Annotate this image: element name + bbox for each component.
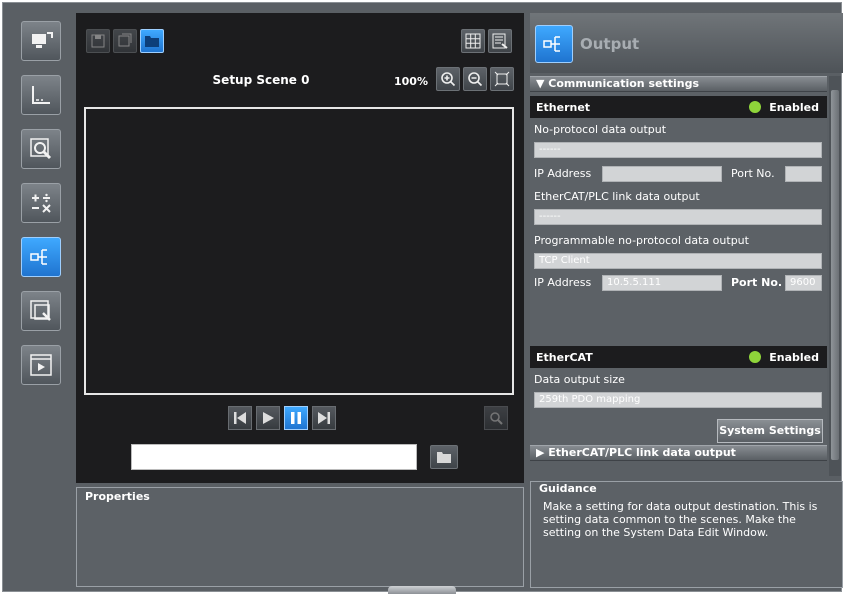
ethernet-status-indicator <box>749 101 761 113</box>
ethernet-bar: Ethernet Enabled <box>530 96 827 118</box>
ethernet-label: Ethernet <box>536 101 591 114</box>
play-icon <box>263 412 274 424</box>
measure-window-button[interactable] <box>488 29 512 53</box>
pause-button[interactable] <box>284 406 308 430</box>
measure-window-icon <box>492 33 508 49</box>
image-file-path-input[interactable] <box>131 444 417 470</box>
prog-port-no-label: Port No. <box>731 276 783 289</box>
ethernet-status: Enabled <box>769 101 819 114</box>
communication-settings-panel: ▼ Communication settings Ethernet Enable… <box>530 76 827 461</box>
play-button[interactable] <box>256 406 280 430</box>
output-button[interactable] <box>21 237 61 277</box>
data-output-size-field[interactable]: 259th PDO mapping <box>534 392 822 408</box>
prog-ip-address-label: IP Address <box>534 276 592 289</box>
fit-window-icon <box>494 71 510 87</box>
ethercat-plc-output-field[interactable]: ------ <box>534 209 822 225</box>
run-window-button[interactable] <box>21 345 61 385</box>
scene-title: Setup Scene 0 <box>212 73 310 87</box>
ip-address-label: IP Address <box>534 167 592 180</box>
port-no-field[interactable] <box>785 166 822 182</box>
image-list-button[interactable] <box>113 29 137 53</box>
run-window-icon <box>30 354 52 376</box>
grid-toggle-button[interactable] <box>461 29 485 53</box>
first-frame-button[interactable] <box>228 406 252 430</box>
graph-button[interactable] <box>21 75 61 115</box>
prog-ip-address-field[interactable]: 10.5.5.111 <box>602 275 722 291</box>
image-viewer-panel: Setup Scene 0 100% <box>76 13 524 483</box>
camera-display-icon <box>32 32 53 48</box>
zoom-out-button[interactable] <box>463 67 487 91</box>
properties-title: Properties <box>85 490 150 503</box>
ethercat-bar: EtherCAT Enabled <box>530 346 827 368</box>
image-display-area[interactable] <box>84 107 514 395</box>
ethercat-status: Enabled <box>769 351 819 364</box>
app-frame: Setup Scene 0 100% Properties Output ▼ C… <box>2 2 843 592</box>
output-header: Output <box>530 13 843 73</box>
output-icon-badge <box>535 25 573 63</box>
browse-folder-button[interactable] <box>430 445 458 469</box>
output-flow-icon <box>543 36 560 52</box>
ethercat-plc-output-label: EtherCAT/PLC link data output <box>534 190 700 203</box>
zoom-out-icon <box>468 72 483 87</box>
communication-settings-header[interactable]: ▼ Communication settings <box>530 76 827 92</box>
pause-icon <box>291 412 301 424</box>
arithmetic-icon <box>32 193 51 213</box>
ethercat-label: EtherCAT <box>536 351 593 364</box>
protocol-mode-select[interactable]: TCP Client <box>534 253 822 269</box>
camera-display-button[interactable] <box>21 21 61 61</box>
open-folder-button[interactable] <box>140 29 164 53</box>
system-settings-button[interactable]: System Settings <box>717 419 823 443</box>
save-image-button[interactable] <box>86 29 110 53</box>
scrollbar-thumb[interactable] <box>831 90 839 460</box>
search-icon <box>490 412 503 425</box>
prog-port-no-field[interactable]: 9600 <box>785 275 822 291</box>
image-list-icon <box>118 33 132 47</box>
guidance-panel: Guidance Make a setting for data output … <box>530 481 843 588</box>
zoom-inspect-icon <box>30 138 52 160</box>
output-panel: Output ▼ Communication settings Ethernet… <box>530 13 843 588</box>
arithmetic-button[interactable] <box>21 183 61 223</box>
grid-icon <box>465 33 481 49</box>
data-output-size-label: Data output size <box>534 373 625 386</box>
settings-scrollbar[interactable] <box>829 76 841 476</box>
last-frame-button[interactable] <box>312 406 336 430</box>
port-no-label: Port No. <box>731 167 775 180</box>
output-title: Output <box>580 35 640 53</box>
properties-panel: Properties <box>76 487 524 587</box>
programmable-output-label: Programmable no-protocol data output <box>534 234 749 247</box>
skip-forward-icon <box>318 412 330 424</box>
search-image-button[interactable] <box>484 406 508 430</box>
no-protocol-field[interactable]: ------ <box>534 142 822 158</box>
zoom-in-icon <box>441 72 456 87</box>
left-toolbar <box>11 13 73 588</box>
fit-to-window-button[interactable] <box>490 67 514 91</box>
zoom-in-button[interactable] <box>436 67 460 91</box>
image-window-icon <box>30 300 51 321</box>
skip-back-icon <box>234 412 246 424</box>
folder-icon <box>145 36 159 47</box>
ethercat-plc-section-header[interactable]: ▶ EtherCAT/PLC link data output <box>530 445 827 461</box>
ethercat-status-indicator <box>749 351 761 363</box>
zoom-level: 100% <box>394 75 428 88</box>
no-protocol-label: No-protocol data output <box>534 123 667 136</box>
image-window-button[interactable] <box>21 291 61 331</box>
guidance-text: Make a setting for data output destinati… <box>543 500 818 539</box>
panel-resize-handle[interactable] <box>388 586 456 594</box>
zoom-inspect-button[interactable] <box>21 129 61 169</box>
ip-address-field[interactable] <box>602 166 722 182</box>
folder-icon <box>437 452 451 463</box>
graph-axis-icon <box>32 86 50 104</box>
output-flow-icon <box>30 249 47 265</box>
guidance-title: Guidance <box>539 482 597 495</box>
save-image-icon <box>91 34 105 48</box>
